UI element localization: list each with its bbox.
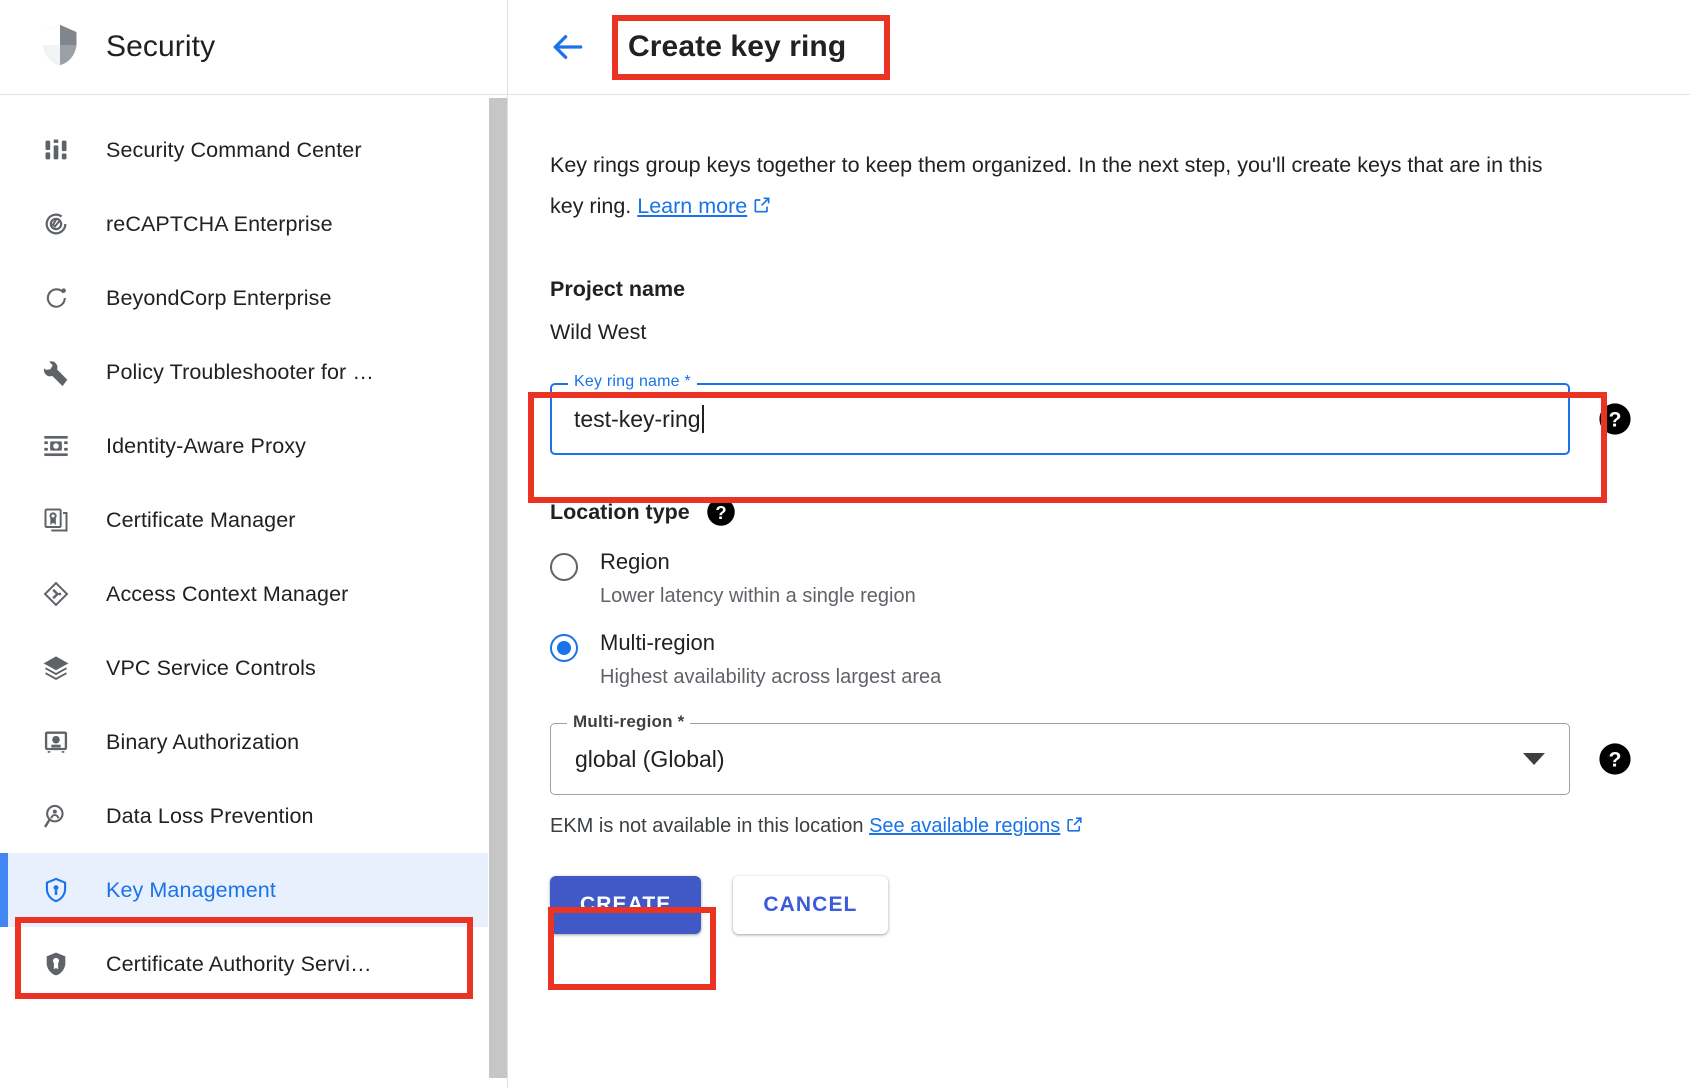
radio-option-region[interactable]: Region Lower latency within a single reg…: [550, 549, 1690, 608]
sidebar-item-label: Certificate Manager: [106, 507, 296, 532]
dashboard-icon: [40, 134, 72, 166]
key-ring-name-value: test-key-ring: [574, 405, 701, 432]
sidebar-item-beyondcorp-enterprise[interactable]: BeyondCorp Enterprise: [0, 261, 508, 335]
text-caret: [701, 405, 704, 433]
sidebar-title: Security: [106, 30, 216, 63]
learn-more-link[interactable]: Learn more: [637, 194, 747, 218]
sidebar: Security Security Command Center reCAPTC…: [0, 0, 508, 1088]
sidebar-item-vpc-service-controls[interactable]: VPC Service Controls: [0, 631, 508, 705]
ekm-hint-text: EKM is not available in this location: [550, 815, 864, 837]
sidebar-item-recaptcha-enterprise[interactable]: reCAPTCHA Enterprise: [0, 187, 508, 261]
project-name-value: Wild West: [550, 320, 647, 344]
main-panel: Create key ring Key rings group keys tog…: [508, 0, 1690, 1088]
ekm-hint: EKM is not available in this location Se…: [550, 815, 1690, 840]
main-header: Create key ring: [508, 0, 1690, 95]
location-type-label: Location type: [550, 499, 690, 524]
help-icon[interactable]: ?: [706, 497, 736, 527]
wrench-icon: [40, 356, 72, 388]
binary-auth-icon: [40, 726, 72, 758]
sidebar-scrollbar-thumb[interactable]: [489, 98, 507, 1078]
cancel-button[interactable]: CANCEL: [733, 876, 888, 934]
multi-region-label: Multi-region *: [567, 712, 691, 732]
diamond-icon: [40, 578, 72, 610]
sidebar-item-label: Certificate Authority Servi…: [106, 951, 372, 976]
proxy-icon: [40, 430, 72, 462]
create-button[interactable]: CREATE: [550, 876, 702, 934]
svg-text:?: ?: [715, 502, 726, 523]
sidebar-item-label: Identity-Aware Proxy: [106, 433, 306, 458]
app-window: Security Security Command Center reCAPTC…: [0, 0, 1690, 1088]
sidebar-item-label: Key Management: [106, 877, 276, 902]
sidebar-item-certificate-manager[interactable]: Certificate Manager: [0, 483, 508, 557]
sidebar-item-label: Policy Troubleshooter for …: [106, 359, 374, 384]
recaptcha-icon: [40, 208, 72, 240]
sidebar-item-policy-troubleshooter[interactable]: Policy Troubleshooter for …: [0, 335, 508, 409]
radio-region[interactable]: [550, 553, 578, 581]
sidebar-item-label: Security Command Center: [106, 137, 362, 162]
sidebar-item-label: Binary Authorization: [106, 729, 300, 754]
svg-text:?: ?: [1609, 748, 1622, 772]
help-icon[interactable]: ?: [1598, 402, 1632, 436]
form-actions: CREATE CANCEL: [550, 876, 1690, 934]
sidebar-item-label: Access Context Manager: [106, 581, 349, 606]
radio-region-sublabel: Lower latency within a single region: [600, 585, 916, 607]
radio-multi-region[interactable]: [550, 634, 578, 662]
radio-multi-region-label: Multi-region: [600, 630, 715, 655]
chevron-down-icon[interactable]: [1523, 753, 1545, 765]
radio-region-label: Region: [600, 549, 670, 574]
sidebar-item-access-context-manager[interactable]: Access Context Manager: [0, 557, 508, 631]
multi-region-select[interactable]: Multi-region * global (Global): [550, 712, 1570, 795]
page-title: Create key ring: [628, 30, 847, 63]
magnify-person-icon: [40, 800, 72, 832]
help-icon[interactable]: ?: [1598, 742, 1632, 776]
external-link-icon[interactable]: [752, 188, 772, 229]
multi-region-value: global (Global): [575, 745, 725, 772]
key-ring-name-label: Key ring name *: [568, 373, 697, 391]
project-name-label: Project name: [550, 277, 686, 301]
radio-multi-region-sublabel: Highest availability across largest area: [600, 666, 942, 688]
radio-option-multi-region[interactable]: Multi-region Highest availability across…: [550, 630, 1690, 689]
sidebar-item-label: VPC Service Controls: [106, 655, 316, 680]
back-arrow-icon[interactable]: [546, 25, 590, 69]
key-ring-name-input[interactable]: Key ring name * test-key-ring: [550, 373, 1570, 455]
certificate-icon: [40, 504, 72, 536]
sidebar-item-key-management[interactable]: Key Management: [0, 853, 508, 927]
sidebar-item-certificate-authority-service[interactable]: Certificate Authority Servi…: [0, 927, 508, 1001]
see-available-regions-link[interactable]: See available regions: [869, 815, 1060, 837]
intro-text: Key rings group keys together to keep th…: [550, 145, 1570, 229]
sidebar-item-label: reCAPTCHA Enterprise: [106, 211, 333, 236]
sidebar-item-data-loss-prevention[interactable]: Data Loss Prevention: [0, 779, 508, 853]
svg-text:?: ?: [1609, 408, 1622, 432]
external-link-icon[interactable]: [1065, 815, 1084, 840]
sidebar-item-identity-aware-proxy[interactable]: Identity-Aware Proxy: [0, 409, 508, 483]
multi-region-select-wrap: Multi-region * global (Global) ?: [550, 712, 1631, 795]
sidebar-item-label: BeyondCorp Enterprise: [106, 285, 332, 310]
beyondcorp-icon: [40, 282, 72, 314]
sidebar-nav: Security Command Center reCAPTCHA Enterp…: [0, 95, 508, 1001]
sidebar-item-security-command-center[interactable]: Security Command Center: [0, 113, 508, 187]
sidebar-header: Security: [0, 0, 508, 95]
location-type-header: Location type ?: [550, 497, 1690, 527]
sidebar-item-label: Data Loss Prevention: [106, 803, 314, 828]
key-shield-icon: [40, 874, 72, 906]
layers-icon: [40, 652, 72, 684]
sidebar-item-binary-authorization[interactable]: Binary Authorization: [0, 705, 508, 779]
form-content: Key rings group keys together to keep th…: [508, 95, 1690, 934]
shield-icon: [38, 20, 82, 75]
key-ring-name-field-wrap: Key ring name * test-key-ring ?: [550, 373, 1631, 455]
ca-shield-icon: [40, 948, 72, 980]
